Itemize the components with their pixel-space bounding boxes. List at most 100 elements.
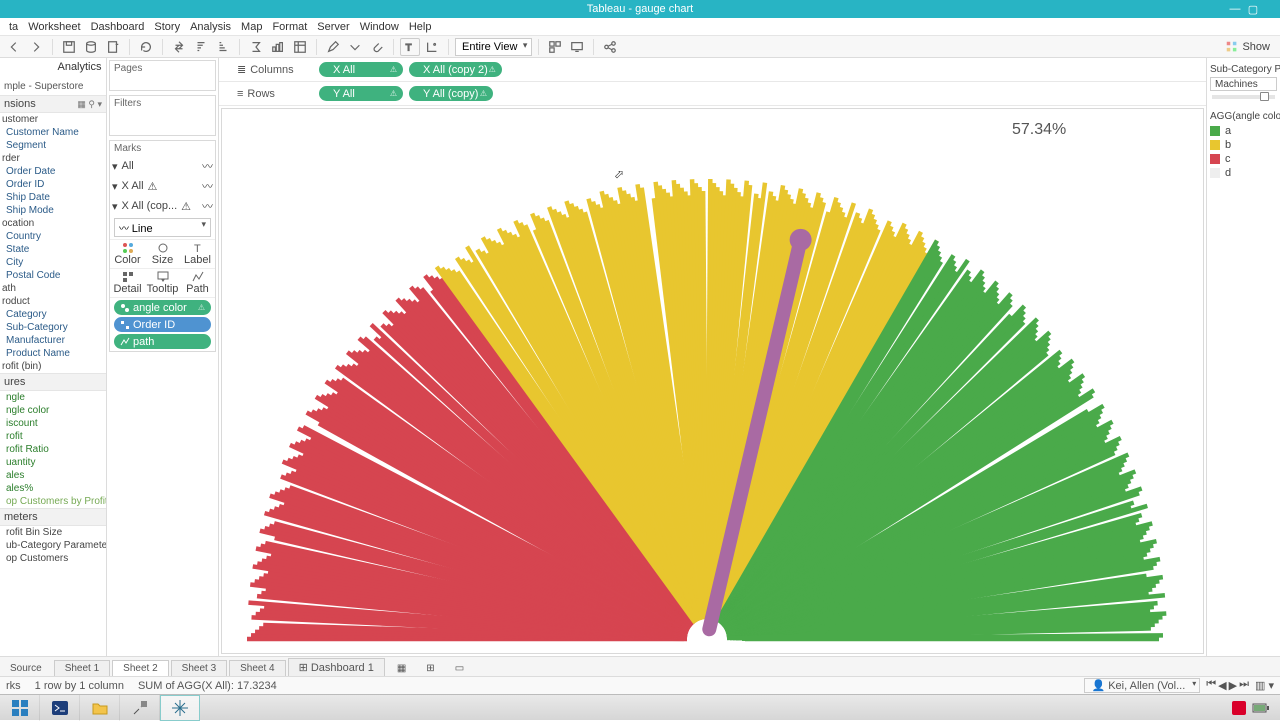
dim-field[interactable]: State: [0, 243, 106, 256]
pill-order-id[interactable]: Order ID: [114, 317, 211, 332]
worksheet-icon[interactable]: [290, 38, 310, 56]
marks-layer-xall[interactable]: ▾ X All ⚠〰: [110, 176, 215, 196]
legend-item-c[interactable]: c: [1210, 152, 1277, 166]
save-button[interactable]: [59, 38, 79, 56]
menu-ta[interactable]: ta: [4, 21, 23, 33]
legend-item-a[interactable]: a: [1210, 124, 1277, 138]
pill-angle-color[interactable]: angle color⚠: [114, 300, 211, 315]
close-button[interactable]: [1262, 0, 1280, 18]
measure-field[interactable]: ngle: [0, 391, 106, 404]
maximize-button[interactable]: ▢: [1244, 0, 1262, 18]
cards-button[interactable]: [545, 38, 565, 56]
menu-window[interactable]: Window: [355, 21, 404, 33]
dim-field[interactable]: Ship Date: [0, 191, 106, 204]
color-button[interactable]: Color: [110, 240, 145, 268]
tab-data[interactable]: [0, 58, 53, 78]
col-pill-1[interactable]: X All⚠: [319, 62, 403, 77]
menu-format[interactable]: Format: [267, 21, 312, 33]
marks-layer-all[interactable]: ▾ All〰: [110, 156, 215, 176]
dim-field[interactable]: Manufacturer: [0, 334, 106, 347]
measure-field[interactable]: rofit Ratio: [0, 443, 106, 456]
sort-desc-button[interactable]: [213, 38, 233, 56]
dim-field[interactable]: Product Name: [0, 347, 106, 360]
param-slider[interactable]: [1212, 95, 1275, 99]
sort-asc-button[interactable]: [191, 38, 211, 56]
fix-axes-button[interactable]: [422, 38, 442, 56]
tab-analytics[interactable]: Analytics: [53, 58, 106, 78]
menu-server[interactable]: Server: [312, 21, 354, 33]
measure-field[interactable]: ales: [0, 469, 106, 482]
rows-shelf[interactable]: ≡Rows Y All⚠ Y All (copy)⚠: [219, 82, 1206, 106]
legend-item-b[interactable]: b: [1210, 138, 1277, 152]
dim-field[interactable]: Ship Mode: [0, 204, 106, 217]
menu-help[interactable]: Help: [404, 21, 437, 33]
dim-field[interactable]: Sub-Category: [0, 321, 106, 334]
legend-item-d[interactable]: d: [1210, 166, 1277, 180]
dim-group[interactable]: rofit (bin): [0, 360, 106, 373]
row-pill-1[interactable]: Y All⚠: [319, 86, 403, 101]
dim-group[interactable]: roduct: [0, 295, 106, 308]
mark-type-dropdown[interactable]: 〰 Line: [114, 218, 211, 237]
size-button[interactable]: Size: [145, 240, 180, 268]
showme-button[interactable]: Show: [1225, 40, 1276, 54]
tray-close-icon[interactable]: [1232, 701, 1246, 715]
dimensions-tools[interactable]: ▦ ⚲ ▾: [77, 99, 102, 110]
pages-card[interactable]: Pages: [109, 60, 216, 91]
menu-worksheet[interactable]: Worksheet: [23, 21, 85, 33]
start-button[interactable]: [0, 695, 40, 721]
dim-field[interactable]: Country: [0, 230, 106, 243]
col-pill-2[interactable]: X All (copy 2)⚠: [409, 62, 502, 77]
row-pill-2[interactable]: Y All (copy)⚠: [409, 86, 493, 101]
parameter-field[interactable]: ub-Category Parameter: [0, 539, 106, 552]
tooltip-button[interactable]: Tooltip: [145, 269, 180, 297]
paging-controls[interactable]: ⏮◀▶⏭: [1206, 679, 1249, 693]
new-worksheet-button[interactable]: [103, 38, 123, 56]
dim-group[interactable]: ocation: [0, 217, 106, 230]
fit-dropdown[interactable]: Entire View: [455, 38, 532, 56]
task-devtools[interactable]: [120, 695, 160, 721]
attachment-icon[interactable]: [367, 38, 387, 56]
label-button[interactable]: TLabel: [180, 240, 215, 268]
columns-shelf[interactable]: ≣Columns X All⚠ X All (copy 2)⚠: [219, 58, 1206, 82]
forward-button[interactable]: [26, 38, 46, 56]
set-field[interactable]: op Customers by Profit: [0, 495, 106, 508]
measure-field[interactable]: ales%: [0, 482, 106, 495]
menu-dashboard[interactable]: Dashboard: [86, 21, 150, 33]
share-button[interactable]: [600, 38, 620, 56]
dim-field[interactable]: Order ID: [0, 178, 106, 191]
mark-labels-button[interactable]: T: [400, 38, 420, 56]
highlight-button[interactable]: [323, 38, 343, 56]
dim-group[interactable]: ath: [0, 282, 106, 295]
path-button[interactable]: Path: [180, 269, 215, 297]
datasource-tab[interactable]: Source: [0, 661, 52, 676]
sheet1-tab[interactable]: Sheet 1: [54, 660, 110, 676]
dim-field[interactable]: Postal Code: [0, 269, 106, 282]
new-story-icon[interactable]: ▭: [449, 661, 470, 676]
filters-card[interactable]: Filters: [109, 95, 216, 136]
data-source-name[interactable]: mple - Superstore: [0, 78, 106, 95]
minimize-button[interactable]: —: [1226, 0, 1244, 18]
dim-field[interactable]: Order Date: [0, 165, 106, 178]
viz-viewport[interactable]: 57.34% ⬀: [221, 108, 1204, 654]
measure-field[interactable]: iscount: [0, 417, 106, 430]
pill-path[interactable]: path: [114, 334, 211, 349]
back-button[interactable]: [4, 38, 24, 56]
parameter-field[interactable]: rofit Bin Size: [0, 526, 106, 539]
dim-group[interactable]: rder: [0, 152, 106, 165]
refresh-button[interactable]: [136, 38, 156, 56]
sheet4-tab[interactable]: Sheet 4: [229, 660, 285, 676]
menu-analysis[interactable]: Analysis: [185, 21, 236, 33]
sheet2-tab[interactable]: Sheet 2: [112, 660, 168, 676]
user-dropdown[interactable]: 👤 Kei, Allen (Vol...: [1084, 678, 1200, 693]
dim-field[interactable]: Customer Name: [0, 126, 106, 139]
menu-story[interactable]: Story: [149, 21, 185, 33]
dropdown-icon[interactable]: [345, 38, 365, 56]
sheet3-tab[interactable]: Sheet 3: [171, 660, 227, 676]
task-powershell[interactable]: [40, 695, 80, 721]
group-button[interactable]: [268, 38, 288, 56]
totals-button[interactable]: [246, 38, 266, 56]
new-dashboard-icon[interactable]: ⊞: [420, 661, 440, 676]
dim-group[interactable]: ustomer: [0, 113, 106, 126]
task-explorer[interactable]: [80, 695, 120, 721]
dim-field[interactable]: City: [0, 256, 106, 269]
